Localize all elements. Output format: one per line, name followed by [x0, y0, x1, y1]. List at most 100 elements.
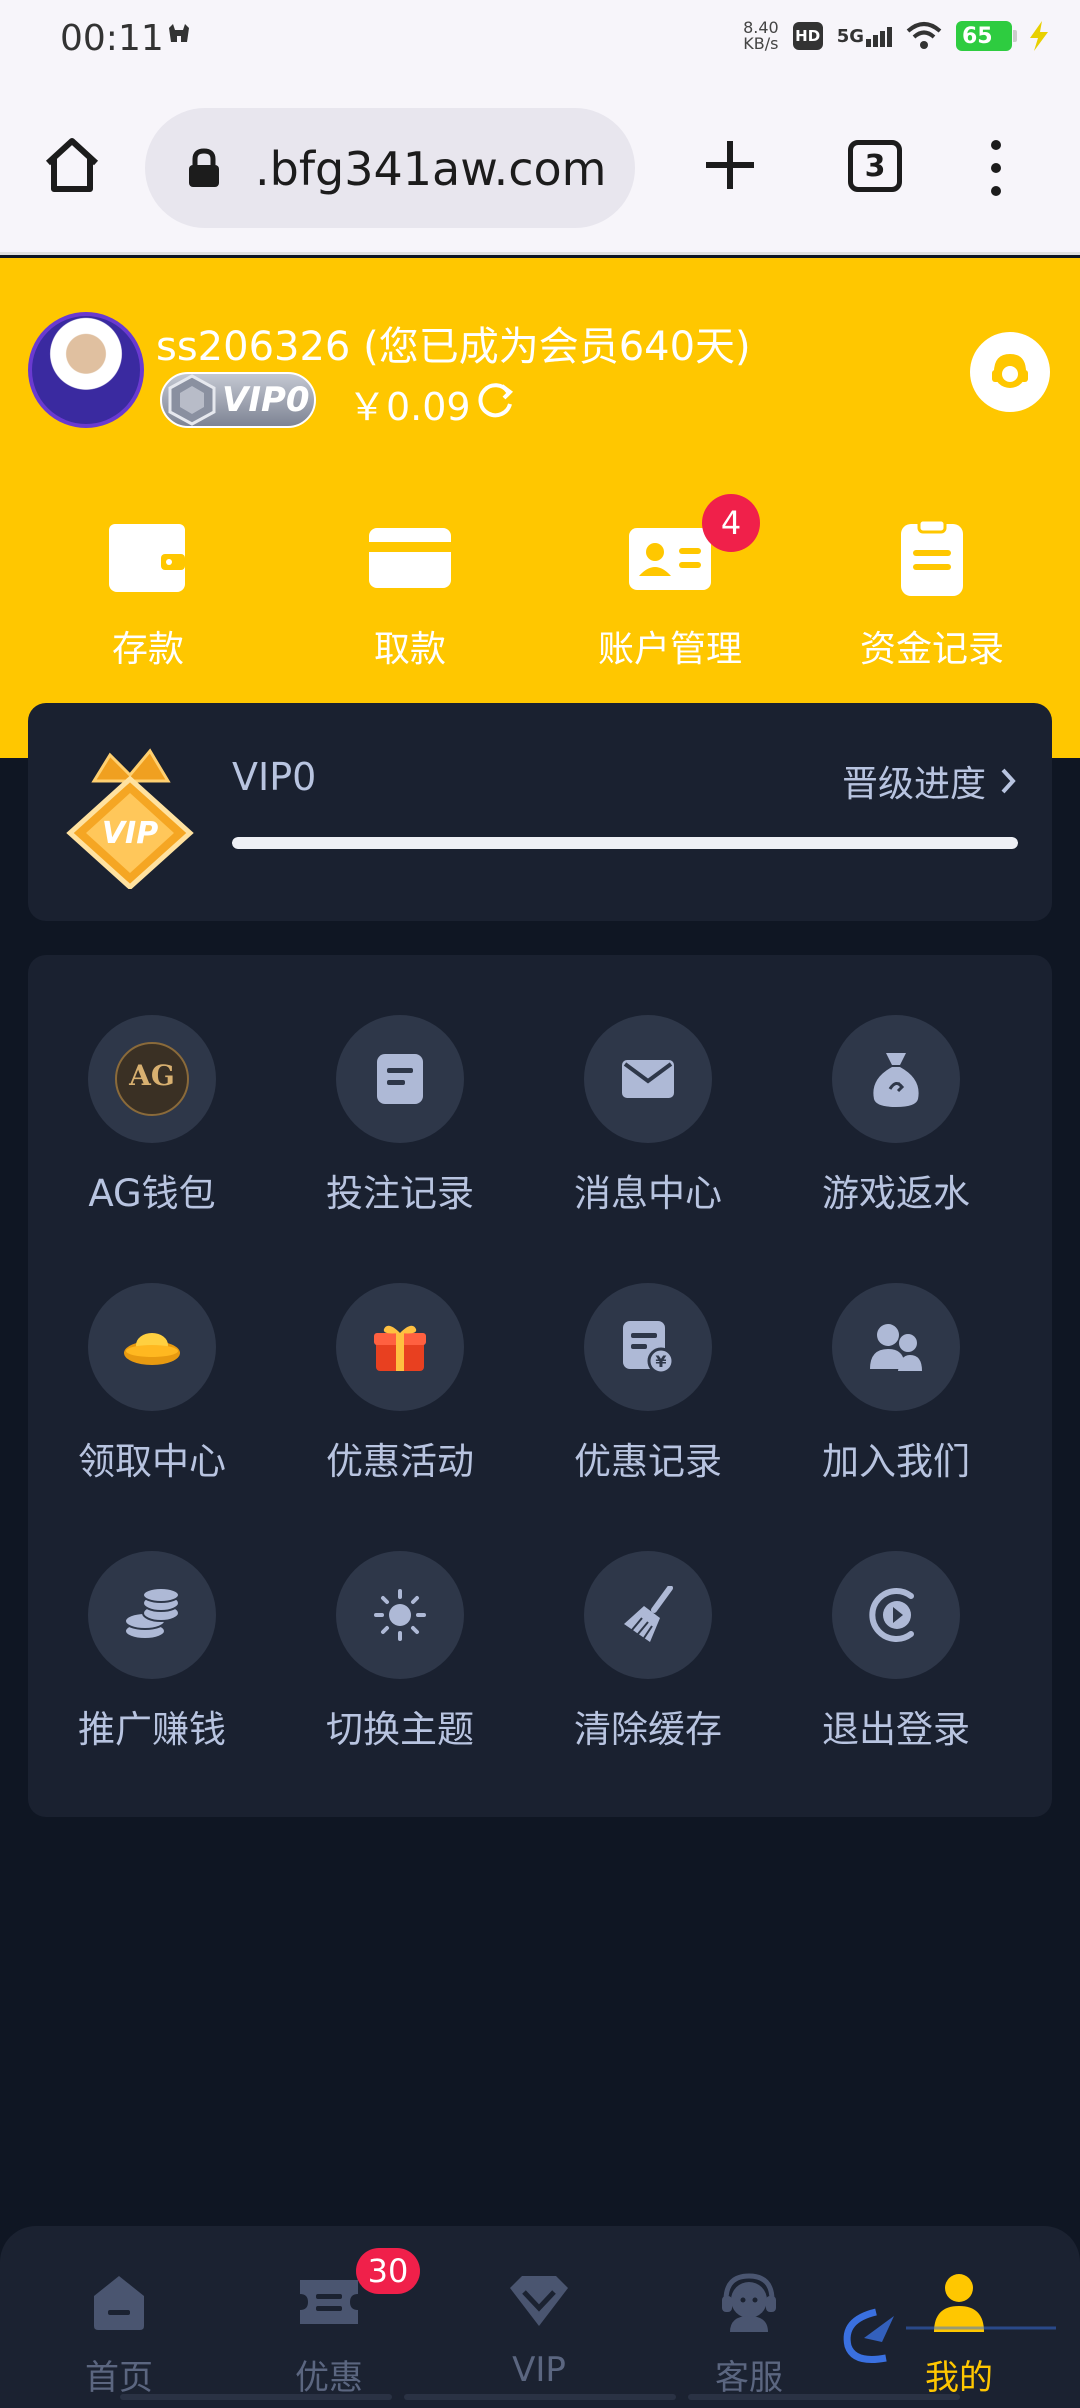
- ag-wallet-label: AG钱包: [88, 1172, 216, 1215]
- quick-actions: 存款 取款 4 账户管理 资金记录: [0, 488, 1080, 688]
- nav-vip[interactable]: VIP: [434, 2226, 644, 2408]
- withdraw-label: 取款: [373, 629, 446, 670]
- upgrade-progress-link[interactable]: 晋级进度: [842, 755, 1016, 807]
- promo-records-button[interactable]: ¥ 优惠记录: [524, 1223, 772, 1483]
- nav-promotions[interactable]: 30 优惠: [224, 2226, 434, 2408]
- chevron-right-icon: [1001, 768, 1016, 794]
- lock-icon: [189, 148, 219, 187]
- vip-badge: VIP0: [160, 372, 316, 428]
- signal-icon: 5G: [837, 26, 892, 47]
- vip-gem-icon: [168, 374, 216, 426]
- promotions-button[interactable]: 优惠活动: [276, 1223, 524, 1483]
- avatar[interactable]: [28, 312, 144, 428]
- claim-center-label: 领取中心: [78, 1440, 226, 1483]
- vip-badge-label: VIP0: [222, 380, 310, 420]
- mail-icon: [622, 1060, 674, 1098]
- game-rebate-button[interactable]: 游戏返水: [772, 955, 1020, 1215]
- referral-earn-icon-circle: [88, 1551, 216, 1679]
- gold-ingot-icon: [124, 1333, 180, 1365]
- join-us-icon-circle: [832, 1283, 960, 1411]
- upgrade-progress-label: 晋级进度: [841, 764, 986, 805]
- bet-records-label: 投注记录: [326, 1172, 474, 1215]
- promo-records-icon-circle: ¥: [584, 1283, 712, 1411]
- hd-icon: HD: [792, 22, 823, 50]
- svg-text:¥: ¥: [655, 1352, 666, 1371]
- deposit-label: 存款: [111, 629, 184, 670]
- nav-vip-label: VIP: [512, 2350, 566, 2390]
- sun-icon: [374, 1589, 426, 1641]
- cat-notification-icon: [169, 24, 189, 42]
- join-us-button[interactable]: 加入我们: [772, 1223, 1020, 1483]
- vip-progress-bar: [232, 837, 1018, 849]
- promotions-label: 优惠活动: [326, 1440, 474, 1483]
- fund-records-button[interactable]: 资金记录: [802, 488, 1062, 688]
- battery-icon: 65: [956, 21, 1017, 51]
- deposit-button[interactable]: 存款: [18, 488, 278, 688]
- withdraw-button[interactable]: 取款: [280, 488, 540, 688]
- switch-theme-button[interactable]: 切换主题: [276, 1491, 524, 1751]
- game-rebate-icon-circle: [832, 1015, 960, 1143]
- game-rebate-label: 游戏返水: [822, 1172, 970, 1215]
- feature-grid: AG AG钱包 投注记录 消息中心 游戏返水 领取中心 优惠活动 ¥ 优惠记录 …: [28, 955, 1052, 1817]
- referral-earn-button[interactable]: 推广赚钱: [28, 1491, 276, 1751]
- message-center-label: 消息中心: [574, 1172, 722, 1215]
- status-bar: 00:11 8.40 KB/s HD 5G 65: [0, 0, 1080, 80]
- vip-progress-fill: [232, 837, 1018, 849]
- bet-records-button[interactable]: 投注记录: [276, 955, 524, 1215]
- nav-promotions-label: 优惠: [295, 2358, 363, 2398]
- wifi-icon: [906, 22, 942, 49]
- message-center-icon-circle: [584, 1015, 712, 1143]
- clipboard-icon: [901, 518, 963, 596]
- bill-icon: ¥: [623, 1321, 675, 1375]
- nav-support[interactable]: 客服: [644, 2226, 854, 2408]
- broom-icon: [624, 1586, 673, 1642]
- logout-label: 退出登录: [822, 1708, 970, 1751]
- browser-toolbar: .bfg341aw.com 3: [0, 80, 1080, 255]
- vip-crown-icon: VIP: [66, 748, 194, 889]
- account-management-label: 账户管理: [597, 629, 742, 670]
- nav-home-label: 首页: [85, 2358, 153, 2398]
- ag-wallet-icon: AG: [115, 1042, 189, 1116]
- address-bar[interactable]: .bfg341aw.com: [145, 108, 635, 228]
- refresh-icon[interactable]: [474, 380, 516, 422]
- headset-icon: [992, 353, 1028, 388]
- join-us-label: 加入我们: [822, 1440, 970, 1483]
- account-notification-badge: 4: [702, 494, 760, 552]
- gift-icon: [374, 1325, 426, 1371]
- profile-header: ss206326 (您已成为会员640天) VIP0 ￥0.09 存款 取款 4…: [0, 258, 1080, 758]
- users-icon: [870, 1324, 922, 1371]
- clear-cache-button[interactable]: 清除缓存: [524, 1491, 772, 1751]
- support-agent-nav-icon: [722, 2273, 776, 2332]
- svg-text:VIP: VIP: [102, 816, 158, 851]
- home-indicator: [120, 2394, 960, 2402]
- promo-records-label: 优惠记录: [574, 1440, 722, 1483]
- new-tab-icon[interactable]: [700, 135, 760, 195]
- more-menu-icon[interactable]: [984, 140, 1008, 196]
- promotions-icon-circle: [336, 1283, 464, 1411]
- vip-level: VIP0: [232, 755, 317, 799]
- ticket-nav-icon: [300, 2280, 358, 2324]
- nav-support-label: 客服: [715, 2358, 783, 2398]
- id-card-icon: [629, 528, 711, 590]
- clear-cache-label: 清除缓存: [574, 1708, 722, 1751]
- ag-wallet-button[interactable]: AG AG钱包: [28, 955, 276, 1215]
- tab-switcher-button[interactable]: 3: [848, 140, 902, 192]
- referral-earn-label: 推广赚钱: [78, 1708, 226, 1751]
- switch-theme-icon-circle: [336, 1551, 464, 1679]
- username: ss206326 (您已成为会员640天): [156, 324, 751, 370]
- network-type: 5G: [836, 25, 864, 47]
- message-center-button[interactable]: 消息中心: [524, 955, 772, 1215]
- claim-center-button[interactable]: 领取中心: [28, 1223, 276, 1483]
- account-management-button[interactable]: 4 账户管理: [540, 488, 800, 688]
- nav-home[interactable]: 首页: [14, 2226, 224, 2408]
- net-speed: 8.40 KB/s: [743, 20, 779, 52]
- diamond-nav-icon: [510, 2276, 568, 2326]
- logout-button[interactable]: 退出登录: [772, 1491, 1020, 1751]
- home-icon[interactable]: [42, 135, 102, 195]
- net-speed-unit: KB/s: [743, 34, 779, 53]
- bet-record-icon: [377, 1054, 423, 1104]
- customer-service-button[interactable]: [970, 332, 1050, 412]
- claim-center-icon-circle: [88, 1283, 216, 1411]
- wallet-icon: [109, 524, 185, 592]
- switch-theme-label: 切换主题: [326, 1708, 474, 1751]
